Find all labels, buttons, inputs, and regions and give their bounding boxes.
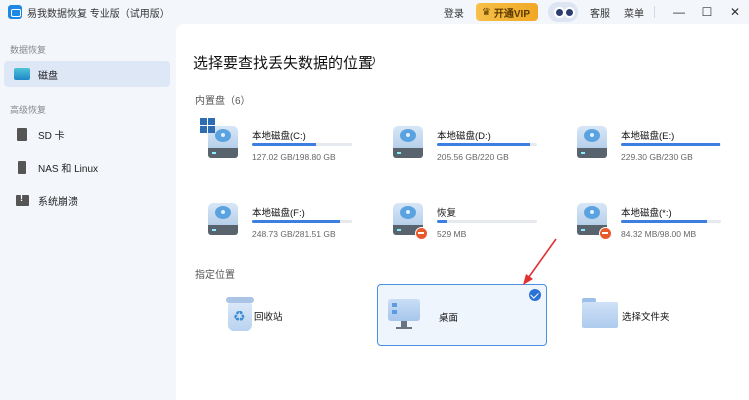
- sidebar-item-system-crash[interactable]: 系统崩溃: [4, 187, 170, 213]
- internal-disks-label: 内置盘（6）: [195, 96, 251, 107]
- location-name: 回收站: [254, 312, 283, 323]
- disk-name: 本地磁盘(E:): [621, 131, 675, 142]
- sidebar-item-label: 系统崩溃: [38, 196, 78, 208]
- menu-link[interactable]: 菜单: [624, 5, 644, 20]
- disk-size: 84.32 MB/98.00 MB: [621, 229, 697, 239]
- folder-icon: [582, 298, 618, 328]
- disk-name: 本地磁盘(C:): [252, 131, 306, 142]
- system-crash-icon: [16, 193, 29, 206]
- sidebar-item-label: NAS 和 Linux: [38, 163, 99, 175]
- disk-usage-bar: [621, 220, 721, 223]
- main-panel: 选择要查找丢失数据的位置 内置盘（6） 本地磁盘(C:) 127.02 GB/1…: [176, 24, 749, 400]
- refresh-icon[interactable]: [364, 55, 375, 66]
- maximize-button[interactable]: ☐: [693, 0, 721, 24]
- title-bar: 易我数据恢复 专业版（试用版） 登录 ♛ 开通VIP 客服 菜单 — ☐ ✕: [0, 0, 749, 24]
- specified-location-label: 指定位置: [195, 270, 235, 281]
- sidebar: 数据恢复 磁盘 高级恢复 SD 卡 NAS 和 Linux 系统崩溃: [0, 24, 176, 400]
- sidebar-item-sd-card[interactable]: SD 卡: [4, 121, 170, 147]
- hard-disk-icon: [575, 203, 612, 240]
- sidebar-item-nas-linux[interactable]: NAS 和 Linux: [4, 154, 170, 180]
- hard-disk-icon: [391, 126, 423, 160]
- minus-badge-icon: [599, 227, 612, 240]
- recycle-bin-icon: [226, 297, 254, 331]
- location-name: 选择文件夹: [622, 312, 670, 323]
- page-title: 选择要查找丢失数据的位置: [193, 55, 374, 72]
- windows-logo-icon: [200, 118, 215, 133]
- sidebar-item-label: SD 卡: [38, 130, 65, 142]
- disk-name: 本地磁盘(*:): [621, 208, 672, 219]
- vip-label: 开通VIP: [493, 8, 530, 20]
- disk-size: 529 MB: [437, 229, 467, 239]
- location-recycle-bin[interactable]: 回收站: [193, 284, 363, 346]
- hard-disk-icon: [575, 126, 607, 160]
- disk-icon: [14, 68, 30, 80]
- location-desktop[interactable]: 桌面: [377, 284, 547, 346]
- sidebar-item-label: 磁盘: [38, 70, 58, 82]
- disk-item-c[interactable]: 本地磁盘(C:) 127.02 GB/198.80 GB: [200, 118, 366, 166]
- disk-name: 恢复: [437, 208, 457, 219]
- app-title: 易我数据恢复 专业版（试用版）: [27, 8, 170, 20]
- support-link[interactable]: 客服: [590, 5, 610, 20]
- app-logo-icon: [8, 5, 22, 19]
- hard-disk-icon: [206, 203, 238, 237]
- vip-button[interactable]: ♛ 开通VIP: [475, 3, 538, 21]
- disk-usage-bar: [252, 143, 352, 146]
- sidebar-section-advanced: 高级恢复: [10, 105, 47, 115]
- sidebar-section-data-recovery: 数据恢复: [10, 45, 47, 55]
- title-bar-actions: 登录 ♛ 开通VIP 客服 菜单 — ☐ ✕: [444, 0, 749, 24]
- title-separator: [654, 6, 655, 18]
- avatar[interactable]: [548, 2, 578, 22]
- crown-icon: ♛: [481, 6, 491, 18]
- disk-name: 本地磁盘(F:): [252, 208, 305, 219]
- disk-usage-bar: [437, 220, 537, 223]
- disk-size: 229.30 GB/230 GB: [621, 152, 693, 162]
- annotation-arrow-icon: [523, 238, 557, 285]
- disk-usage-bar: [621, 143, 721, 146]
- sidebar-item-disk[interactable]: 磁盘: [4, 61, 170, 87]
- disk-item-unknown[interactable]: 本地磁盘(*:) 84.32 MB/98.00 MB: [575, 199, 735, 243]
- nas-icon: [18, 160, 26, 174]
- disk-size: 248.73 GB/281.51 GB: [252, 229, 336, 239]
- disk-usage-bar: [437, 143, 537, 146]
- disk-item-d[interactable]: 本地磁盘(D:) 205.56 GB/220 GB: [391, 122, 551, 166]
- disk-item-f[interactable]: 本地磁盘(F:) 248.73 GB/281.51 GB: [206, 199, 366, 243]
- login-link[interactable]: 登录: [444, 5, 464, 20]
- app-window: 易我数据恢复 专业版（试用版） 登录 ♛ 开通VIP 客服 菜单 — ☐ ✕ 数…: [0, 0, 749, 400]
- disk-usage-bar: [252, 220, 352, 223]
- minus-badge-icon: [415, 227, 428, 240]
- sd-card-icon: [17, 127, 27, 141]
- checkmark-icon: [529, 289, 541, 301]
- disk-size: 205.56 GB/220 GB: [437, 152, 509, 162]
- desktop-icon: [388, 299, 420, 331]
- close-button[interactable]: ✕: [721, 0, 749, 24]
- disk-name: 本地磁盘(D:): [437, 131, 491, 142]
- disk-size: 127.02 GB/198.80 GB: [252, 152, 336, 162]
- hard-disk-icon: [391, 203, 428, 240]
- location-name: 桌面: [439, 313, 459, 324]
- location-choose-folder[interactable]: 选择文件夹: [561, 284, 731, 346]
- minimize-button[interactable]: —: [665, 0, 693, 24]
- disk-item-e[interactable]: 本地磁盘(E:) 229.30 GB/230 GB: [575, 122, 735, 166]
- hard-disk-icon: [200, 118, 238, 160]
